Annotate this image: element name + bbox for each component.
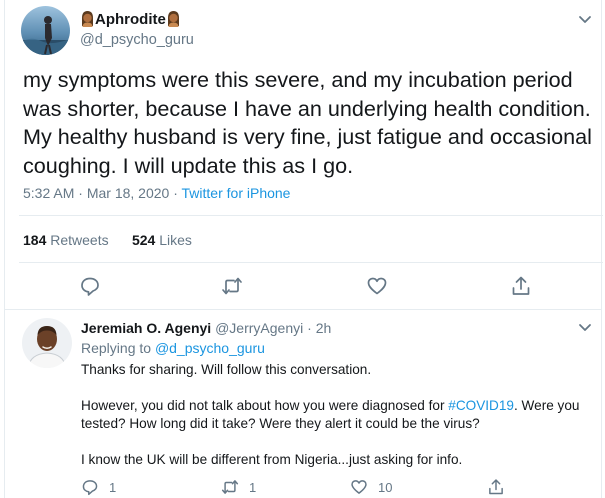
tweet-date[interactable]: Mar 18, 2020: [87, 185, 170, 201]
retweet-icon[interactable]: [221, 275, 243, 297]
likes-label: Likes: [159, 232, 192, 248]
like-count: 10: [378, 479, 393, 495]
reply-paragraph: I know the UK will be different from Nig…: [81, 452, 463, 467]
retweets-stat[interactable]: 184 Retweets: [23, 232, 109, 248]
reply-paragraph: Thanks for sharing. Will follow this con…: [81, 362, 372, 377]
author-display-name[interactable]: Aphrodite: [80, 11, 181, 31]
reply-time[interactable]: 2h: [316, 320, 332, 336]
author-handle[interactable]: @d_psycho_guru: [80, 32, 194, 48]
likes-stat[interactable]: 524 Likes: [132, 232, 192, 248]
tweet-time[interactable]: 5:32 AM: [23, 185, 74, 201]
retweets-count: 184: [23, 232, 47, 248]
tweet-stats: 184 Retweets 524 Likes: [23, 232, 192, 248]
replying-to: Replying to @d_psycho_guru: [81, 340, 265, 356]
reply-icon: [82, 480, 98, 496]
reply-author-handle[interactable]: @JerryAgenyi: [215, 320, 303, 336]
reply-text: Thanks for sharing. Will follow this con…: [81, 361, 599, 469]
tweet-meta: 5:32 AM · Mar 18, 2020 · Twitter for iPh…: [23, 185, 290, 201]
reply-icon[interactable]: [79, 275, 101, 297]
chevron-down-icon[interactable]: [576, 318, 594, 336]
retweet-count: 1: [249, 479, 257, 495]
share-button[interactable]: [487, 478, 515, 496]
heart-icon: [351, 480, 367, 494]
meta-separator: ·: [78, 185, 83, 201]
heart-icon[interactable]: [366, 275, 388, 297]
chevron-down-icon[interactable]: [576, 10, 594, 28]
likes-count: 524: [131, 232, 156, 248]
reply-count: 1: [109, 479, 117, 495]
tweet-source[interactable]: Twitter for iPhone: [182, 185, 291, 201]
avatar[interactable]: [21, 6, 70, 55]
reply-author-name[interactable]: Jeremiah O. Agenyi: [81, 320, 211, 336]
reply-button[interactable]: 1: [81, 478, 116, 496]
retweet-button[interactable]: 1: [221, 478, 256, 496]
like-button[interactable]: 10: [350, 478, 392, 496]
divider: [5, 309, 601, 310]
divider: [19, 215, 603, 216]
share-icon[interactable]: [510, 275, 532, 297]
divider: [19, 262, 603, 263]
replying-to-label: Replying to: [81, 340, 152, 356]
reply-text-segment: However, you did not talk about how you …: [81, 398, 449, 413]
replying-to-handle[interactable]: @d_psycho_guru: [155, 340, 265, 356]
share-icon: [489, 479, 503, 495]
hashtag-link[interactable]: #COVID19: [448, 398, 514, 413]
tweet-text: my symptoms were this severe, and my inc…: [23, 67, 592, 178]
retweet-icon: [221, 480, 239, 494]
reply-header: Jeremiah O. Agenyi @JerryAgenyi · 2h: [81, 320, 331, 336]
meta-separator: ·: [173, 185, 178, 201]
retweets-label: Retweets: [50, 232, 109, 248]
person-emoji-icon: [166, 11, 181, 31]
person-emoji-icon: [80, 11, 95, 31]
author-name-text: Aphrodite: [95, 11, 166, 28]
reply-paragraph: However, you did not talk about how you …: [81, 397, 599, 433]
avatar[interactable]: [22, 318, 72, 368]
tweet-detail-panel: Aphrodite @d_psycho_guru my symptoms wer…: [4, 0, 603, 498]
reply-separator: ·: [307, 320, 312, 336]
